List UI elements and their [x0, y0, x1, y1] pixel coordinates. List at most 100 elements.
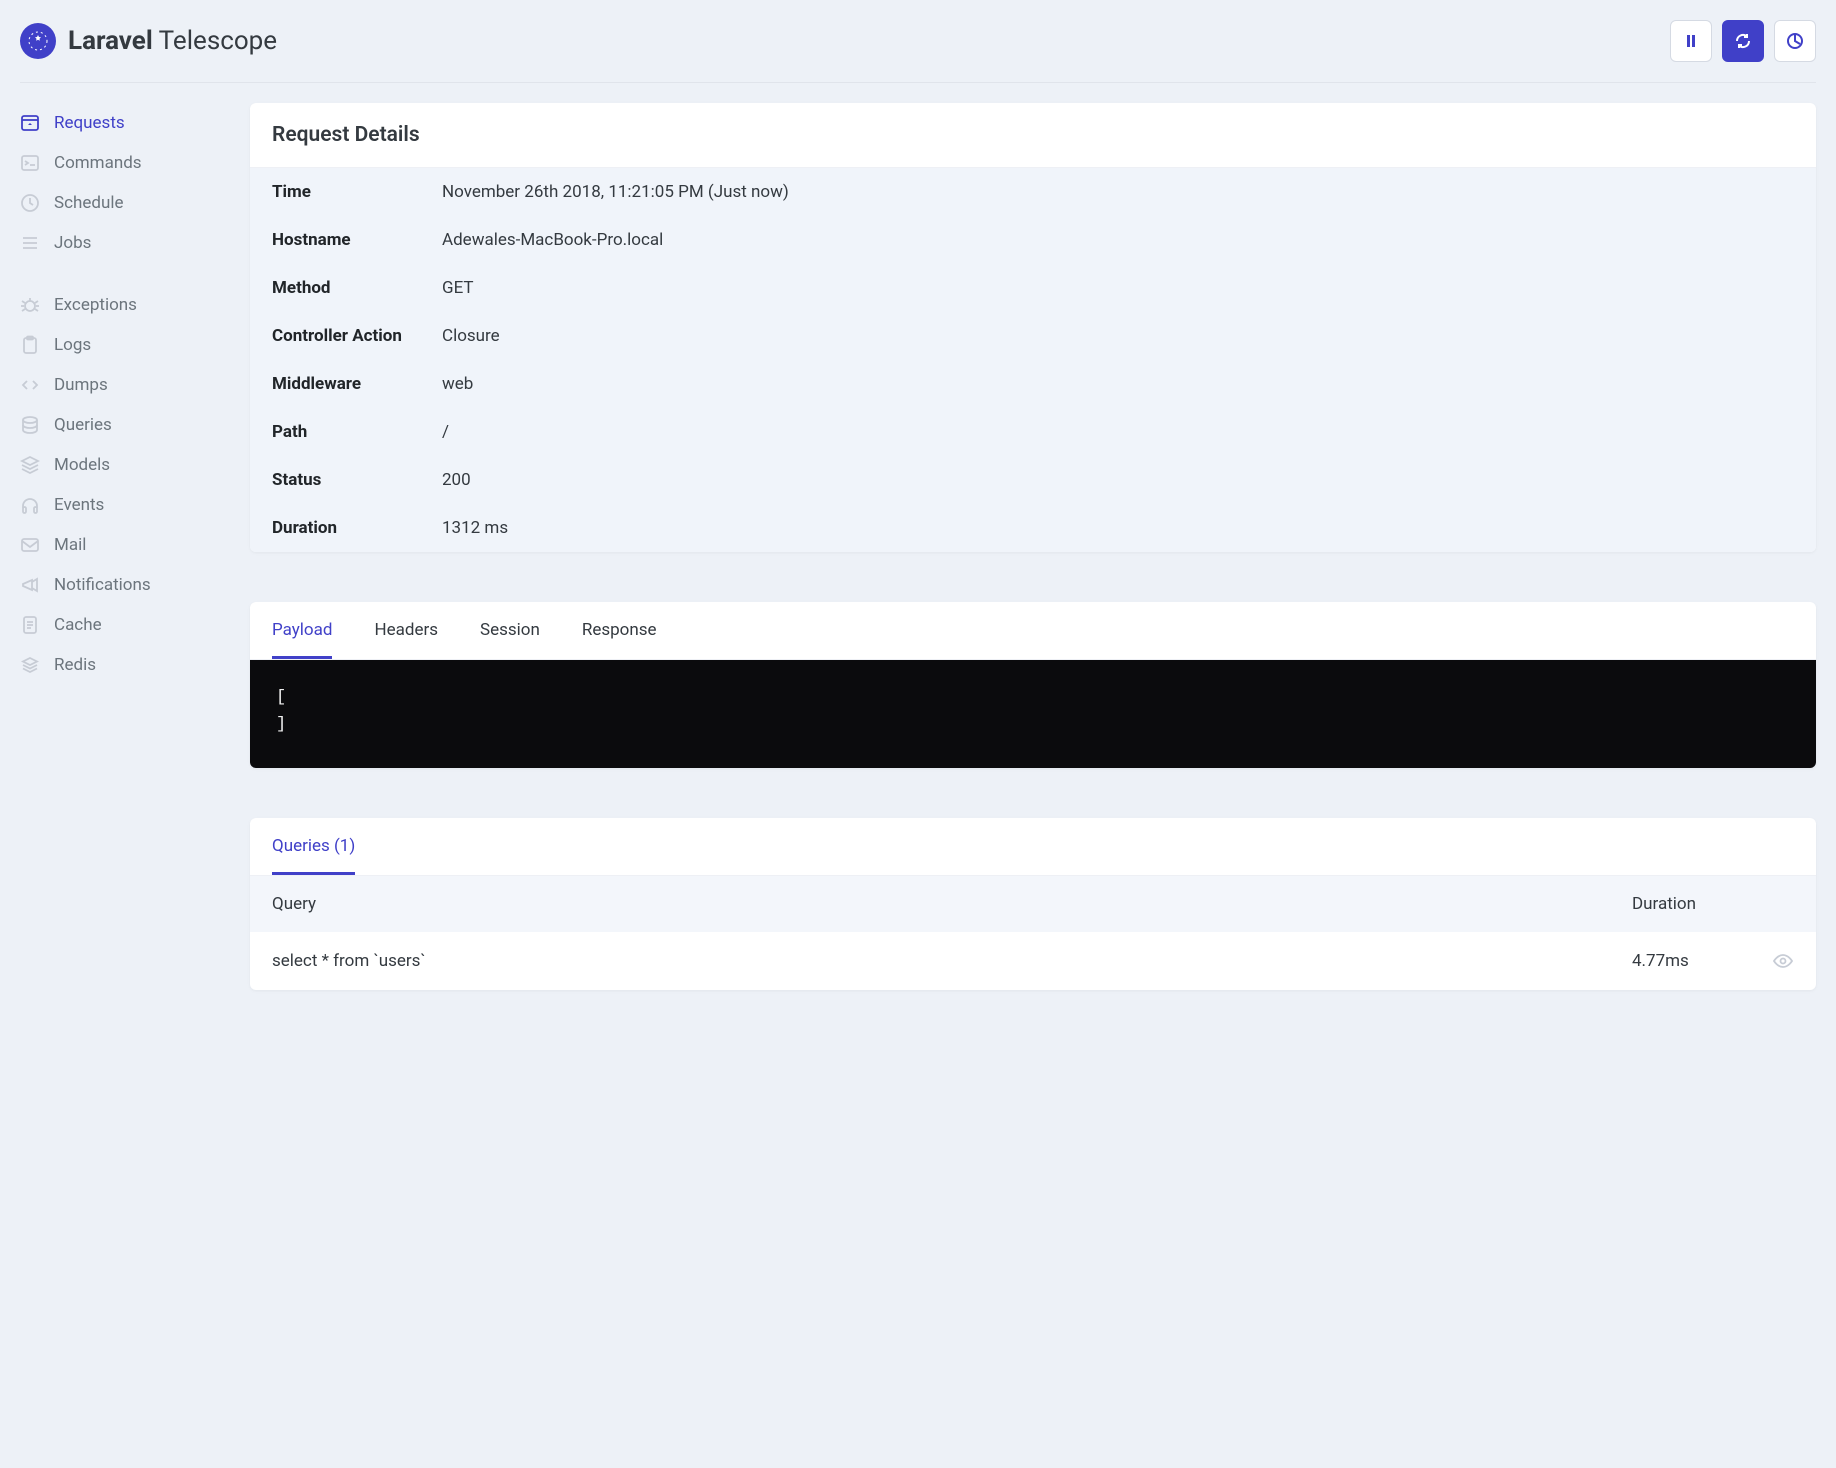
sidebar: Requests Commands Schedule Jobs Exceptions Lo… [20, 103, 220, 1040]
sidebar-item-notifications[interactable]: Notifications [20, 565, 220, 605]
detail-value: 1312 ms [442, 518, 508, 538]
sidebar-item-label: Notifications [54, 575, 151, 595]
header-actions [1670, 20, 1816, 62]
detail-value: GET [442, 278, 474, 298]
sidebar-item-queries[interactable]: Queries [20, 405, 220, 445]
request-details-card: Request Details TimeNovember 26th 2018, … [250, 103, 1816, 552]
main: Request Details TimeNovember 26th 2018, … [250, 103, 1816, 1040]
payload-tabs: Payload Headers Session Response [250, 602, 1816, 660]
queries-table: Query Duration select * from `users`4.77… [250, 876, 1816, 990]
layers-icon [20, 455, 40, 475]
detail-value: November 26th 2018, 11:21:05 PM (Just no… [442, 182, 789, 202]
sidebar-item-label: Requests [54, 113, 125, 133]
sidebar-item-label: Cache [54, 615, 102, 635]
sidebar-item-requests[interactable]: Requests [20, 103, 220, 143]
sidebar-item-label: Redis [54, 655, 96, 675]
stack-icon [20, 655, 40, 675]
queries-col-query: Query [250, 876, 1610, 932]
code-icon [20, 375, 40, 395]
detail-value: Closure [442, 326, 500, 346]
detail-label: Time [272, 182, 442, 202]
detail-row-time: TimeNovember 26th 2018, 11:21:05 PM (Jus… [250, 168, 1816, 216]
tab-payload[interactable]: Payload [272, 602, 332, 659]
brand-title: Laravel Telescope [68, 26, 277, 56]
detail-label: Path [272, 422, 442, 442]
queries-tabs: Queries (1) [250, 818, 1816, 876]
list-icon [20, 233, 40, 253]
sidebar-item-label: Schedule [54, 193, 123, 213]
detail-value: 200 [442, 470, 471, 490]
sidebar-item-logs[interactable]: Logs [20, 325, 220, 365]
queries-header-row: Query Duration [250, 876, 1816, 932]
sidebar-item-events[interactable]: Events [20, 485, 220, 525]
sidebar-item-exceptions[interactable]: Exceptions [20, 285, 220, 325]
sidebar-item-jobs[interactable]: Jobs [20, 223, 220, 263]
sidebar-item-label: Dumps [54, 375, 108, 395]
detail-row-method: MethodGET [250, 264, 1816, 312]
view-query-button[interactable] [1750, 932, 1816, 990]
tab-response[interactable]: Response [582, 602, 657, 659]
payload-code: [ ] [250, 660, 1816, 768]
brand-title-suffix: Telescope [153, 26, 277, 56]
sidebar-item-label: Jobs [54, 233, 91, 253]
sidebar-item-label: Models [54, 455, 110, 475]
browser-icon [20, 113, 40, 133]
sidebar-item-label: Commands [54, 153, 142, 173]
sidebar-item-mail[interactable]: Mail [20, 525, 220, 565]
bullhorn-icon [20, 575, 40, 595]
header: Laravel Telescope [20, 0, 1816, 83]
queries-col-action [1750, 876, 1816, 932]
sidebar-item-label: Events [54, 495, 104, 515]
mail-icon [20, 535, 40, 555]
detail-value: / [442, 422, 449, 442]
brand: Laravel Telescope [20, 23, 277, 59]
detail-row-duration: Duration1312 ms [250, 504, 1816, 552]
eye-icon [1772, 950, 1794, 972]
sidebar-item-label: Mail [54, 535, 86, 555]
pause-button[interactable] [1670, 20, 1712, 62]
detail-label: Controller Action [272, 326, 442, 346]
chart-button[interactable] [1774, 20, 1816, 62]
brand-title-strong: Laravel [68, 26, 153, 56]
detail-label: Duration [272, 518, 442, 538]
table-row: select * from `users`4.77ms [250, 932, 1816, 990]
duration-cell: 4.77ms [1610, 932, 1750, 990]
headphones-icon [20, 495, 40, 515]
request-details-title: Request Details [250, 103, 1816, 168]
sidebar-item-schedule[interactable]: Schedule [20, 183, 220, 223]
sidebar-item-cache[interactable]: Cache [20, 605, 220, 645]
detail-value: Adewales-MacBook-Pro.local [442, 230, 663, 250]
database-icon [20, 415, 40, 435]
detail-row-path: Path/ [250, 408, 1816, 456]
detail-row-middleware: Middlewareweb [250, 360, 1816, 408]
queries-card: Queries (1) Query Duration select * from… [250, 818, 1816, 990]
tab-session[interactable]: Session [480, 602, 540, 659]
brand-logo-icon [20, 23, 56, 59]
detail-row-controller-action: Controller ActionClosure [250, 312, 1816, 360]
refresh-button[interactable] [1722, 20, 1764, 62]
document-icon [20, 615, 40, 635]
sidebar-item-redis[interactable]: Redis [20, 645, 220, 685]
sidebar-item-label: Queries [54, 415, 112, 435]
sidebar-item-dumps[interactable]: Dumps [20, 365, 220, 405]
clock-icon [20, 193, 40, 213]
clipboard-icon [20, 335, 40, 355]
sidebar-item-label: Logs [54, 335, 91, 355]
queries-col-duration: Duration [1610, 876, 1750, 932]
sidebar-item-commands[interactable]: Commands [20, 143, 220, 183]
tab-queries[interactable]: Queries (1) [272, 818, 355, 875]
detail-label: Status [272, 470, 442, 490]
terminal-icon [20, 153, 40, 173]
request-details-body: TimeNovember 26th 2018, 11:21:05 PM (Jus… [250, 168, 1816, 552]
payload-card: Payload Headers Session Response [ ] [250, 602, 1816, 768]
query-cell: select * from `users` [250, 932, 1610, 990]
sidebar-item-label: Exceptions [54, 295, 137, 315]
detail-row-hostname: HostnameAdewales-MacBook-Pro.local [250, 216, 1816, 264]
detail-label: Middleware [272, 374, 442, 394]
detail-value: web [442, 374, 473, 394]
tab-headers[interactable]: Headers [374, 602, 438, 659]
sidebar-item-models[interactable]: Models [20, 445, 220, 485]
detail-row-status: Status200 [250, 456, 1816, 504]
detail-label: Hostname [272, 230, 442, 250]
bug-icon [20, 295, 40, 315]
